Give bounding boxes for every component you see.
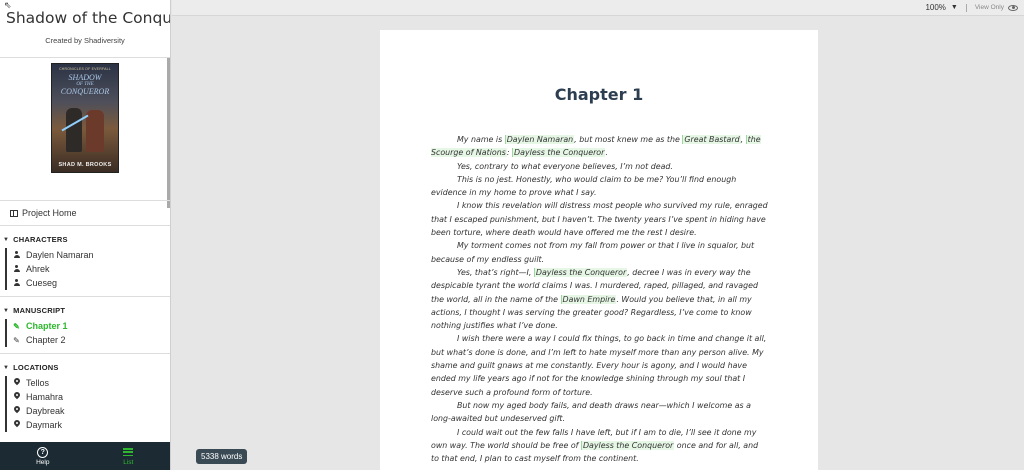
sidebar-item-location[interactable]: Daymark — [7, 418, 170, 432]
locations-list: Tellos Hamahra Daybreak Daymark — [5, 376, 170, 432]
sidebar-item-location[interactable]: Daybreak — [7, 404, 170, 418]
character-label: Ahrek — [26, 264, 50, 274]
caret-down-icon: ▼ — [3, 307, 10, 314]
paragraph: Yes, that’s right—I, Dayless the Conquer… — [431, 267, 759, 331]
pin-icon — [14, 392, 20, 400]
top-toolbar: 100% ▼ View Only — [172, 0, 1024, 16]
caret-down-icon: ▼ — [3, 236, 10, 243]
sidebar-item-character[interactable]: Daylen Namaran — [7, 248, 170, 262]
location-label: Hamahra — [26, 392, 64, 402]
entity-link[interactable]: Dayless the Conqueror — [533, 267, 628, 277]
location-label: Daymark — [26, 420, 63, 430]
caret-down-icon: ▼ — [3, 364, 10, 371]
paragraph: My name is Daylen Namaran, but most knew… — [431, 135, 761, 158]
pencil-icon: ✎ — [13, 335, 20, 345]
sidebar-bottom-bar: ? Help List — [0, 442, 171, 470]
sidebar-item-location[interactable]: Hamahra — [7, 390, 170, 404]
list-label: List — [123, 459, 134, 466]
entity-link[interactable]: Daylen Namaran — [504, 135, 575, 144]
list-icon — [123, 448, 134, 456]
project-header: Shadow of the Conqueror Created by Shadi… — [0, 0, 170, 58]
character-label: Cueseg — [26, 278, 58, 288]
list-button[interactable]: List — [86, 442, 171, 470]
pencil-icon: ✎ — [13, 321, 20, 331]
chapter-title: Chapter 1 — [554, 85, 644, 104]
paragraph: Yes, contrary to what everyone believes,… — [457, 161, 673, 171]
cover-figure — [66, 108, 82, 152]
characters-section: ▼ CHARACTERS Daylen Namaran Ahrek Cueseg — [0, 226, 170, 297]
sidebar-item-chapter-1[interactable]: ✎ Chapter 1 — [7, 319, 170, 333]
entity-link[interactable]: Great Bastard — [682, 135, 741, 144]
entity-link[interactable]: Dawn Empire — [560, 294, 617, 304]
cover-title-3: CONQUEROR — [60, 87, 110, 96]
cover-series: CHRONICLES OF EVERFALL — [59, 67, 111, 71]
help-button[interactable]: ? Help — [0, 442, 86, 470]
zoom-value: 100% — [925, 3, 946, 12]
character-label: Daylen Namaran — [26, 250, 94, 260]
manuscript-section: ▼ MANUSCRIPT ✎ Chapter 1 ✎ Chapter 2 — [0, 297, 170, 354]
entity-link[interactable]: Dayless the Conqueror — [580, 440, 675, 450]
paragraph: I wish there were a way I could fix thin… — [431, 334, 767, 397]
manuscript-page[interactable]: Chapter 1 My name is Daylen Namaran, but… — [380, 30, 818, 470]
paragraph: My torment comes not from my fall from p… — [431, 241, 755, 264]
locations-heading: LOCATIONS — [13, 363, 59, 372]
chapter-label: Chapter 1 — [26, 321, 68, 331]
book-icon — [10, 209, 18, 217]
characters-header[interactable]: ▼ CHARACTERS — [0, 235, 170, 244]
help-label: Help — [36, 459, 50, 466]
cover-author: SHAD M. BROOKS — [58, 162, 112, 168]
chapter-label: Chapter 2 — [26, 335, 66, 345]
cover-figure — [86, 110, 104, 152]
sidebar-item-character[interactable]: Ahrek — [7, 262, 170, 276]
sidebar: ⇖ Shadow of the Conqueror Created by Sha… — [0, 0, 171, 470]
locations-section: ▼ LOCATIONS Tellos Hamahra Daybreak Daym… — [0, 354, 170, 438]
cover-area: CHRONICLES OF EVERFALL SHADOW OF THE CON… — [0, 58, 170, 201]
entity-link[interactable]: Dayless the Conqueror — [512, 148, 606, 158]
person-icon — [13, 278, 20, 286]
paragraph: This is no jest. Honestly, who would cla… — [431, 174, 737, 198]
sidebar-item-location[interactable]: Tellos — [7, 376, 170, 390]
location-label: Daybreak — [26, 406, 65, 416]
chapter-body[interactable]: My name is Daylen Namaran, but most knew… — [431, 133, 768, 465]
view-only-toggle[interactable]: View Only — [975, 4, 1018, 11]
chevron-down-icon: ▼ — [950, 4, 958, 11]
project-home-label: Project Home — [22, 208, 77, 218]
project-title: Shadow of the Conqueror — [6, 9, 170, 27]
pin-icon — [14, 378, 20, 386]
paragraph: I know this revelation will distress mos… — [431, 201, 768, 238]
manuscript-list: ✎ Chapter 1 ✎ Chapter 2 — [5, 319, 170, 347]
locations-header[interactable]: ▼ LOCATIONS — [0, 363, 170, 372]
book-cover-image: CHRONICLES OF EVERFALL SHADOW OF THE CON… — [51, 63, 119, 173]
mouse-cursor-icon: ⇖ — [4, 0, 12, 10]
pin-icon — [14, 406, 20, 414]
paragraph: But now my aged body fails, and death dr… — [431, 400, 752, 424]
view-only-label: View Only — [974, 4, 1004, 11]
location-label: Tellos — [26, 378, 50, 388]
person-icon — [13, 264, 20, 272]
characters-heading: CHARACTERS — [13, 235, 68, 244]
divider — [965, 3, 967, 12]
project-home-link[interactable]: Project Home — [0, 201, 170, 226]
sidebar-item-character[interactable]: Cueseg — [7, 276, 170, 290]
sidebar-item-chapter-2[interactable]: ✎ Chapter 2 — [7, 333, 170, 347]
manuscript-heading: MANUSCRIPT — [13, 306, 66, 315]
help-icon: ? — [37, 446, 49, 458]
pin-icon — [14, 420, 20, 428]
zoom-dropdown[interactable]: 100% ▼ — [925, 3, 957, 12]
paragraph: I could wait out the few falls I have le… — [431, 427, 759, 464]
cover-title-1: SHADOW — [68, 73, 102, 82]
manuscript-header[interactable]: ▼ MANUSCRIPT — [0, 306, 170, 315]
project-creator: Created by Shadiversity — [45, 36, 125, 45]
characters-list: Daylen Namaran Ahrek Cueseg — [5, 248, 170, 290]
person-icon — [13, 250, 20, 258]
word-count-badge: 5338 words — [196, 449, 248, 464]
eye-icon — [1008, 4, 1018, 11]
